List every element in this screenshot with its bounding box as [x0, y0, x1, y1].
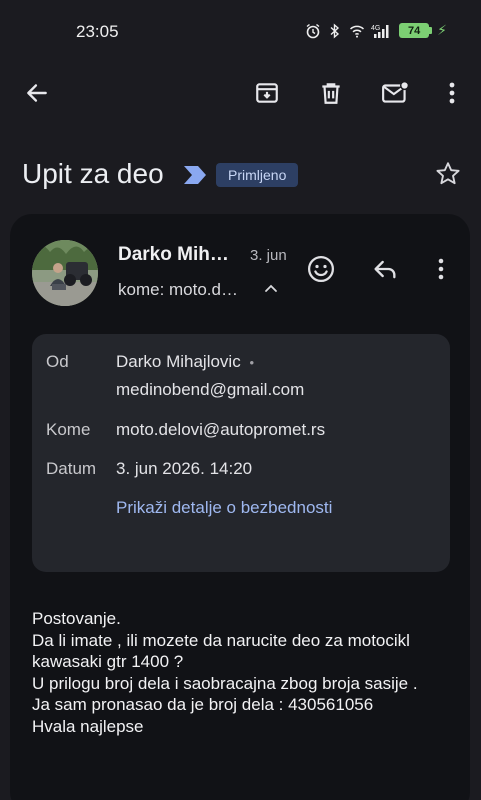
message-card: Darko Mih… 3. jun kome: moto.d… Od Darko…	[10, 214, 470, 800]
from-email[interactable]: medinobend@gmail.com	[116, 380, 304, 400]
message-details-panel: Od Darko Mihajlovic • medinobend@gmail.c…	[32, 334, 450, 572]
wifi-icon	[349, 23, 365, 39]
important-marker-icon[interactable]	[182, 164, 208, 191]
email-subject: Upit za deo	[22, 158, 164, 189]
from-name-text: Darko Mihajlovic	[116, 352, 241, 371]
body-line: U prilogu broj dela i saobracajna zbog b…	[32, 673, 418, 693]
recipient-summary[interactable]: kome: moto.d…	[118, 280, 238, 300]
body-line: Da li imate , ili mozete da narucite deo…	[32, 630, 410, 650]
more-vert-icon[interactable]	[438, 74, 466, 112]
separator-dot: •	[249, 355, 254, 370]
to-value[interactable]: moto.delovi@autopromet.rs	[116, 420, 325, 440]
status-bar: 23:05 4G 74 ⚡	[0, 0, 481, 64]
date-label: Datum	[46, 459, 97, 478]
alarm-icon	[305, 23, 321, 39]
subject-row: Upit za deo Primljeno	[0, 150, 481, 200]
status-icons: 4G 74 ⚡	[305, 22, 447, 39]
archive-icon[interactable]	[248, 74, 286, 112]
sender-name[interactable]: Darko Mih…	[118, 244, 229, 266]
from-name: Darko Mihajlovic •	[116, 352, 254, 372]
mark-unread-icon[interactable]	[376, 74, 416, 112]
battery-level: 74	[408, 24, 421, 37]
body-line: kawasaki gtr 1400 ?	[32, 652, 184, 671]
star-icon[interactable]	[434, 160, 462, 193]
back-arrow-icon[interactable]	[18, 74, 56, 112]
message-date: 3. jun	[250, 247, 287, 264]
emoji-reaction-icon[interactable]	[304, 252, 338, 286]
body-line: Postovanje.	[32, 609, 121, 628]
message-body: Postovanje. Da li imate , ili mozete da …	[32, 608, 462, 737]
bluetooth-icon	[327, 22, 343, 39]
charging-icon: ⚡	[437, 22, 447, 38]
status-time: 23:05	[76, 22, 119, 41]
svg-text:4G: 4G	[371, 25, 380, 32]
avatar[interactable]	[32, 240, 98, 306]
message-more-icon[interactable]	[430, 252, 452, 286]
chevron-up-icon[interactable]	[262, 280, 280, 303]
security-details-link[interactable]: Prikaži detalje o bezbednosti	[116, 498, 332, 518]
battery-icon: 74	[399, 23, 433, 38]
body-line: Ja sam pronasao da je broj dela : 430561…	[32, 695, 374, 714]
top-app-bar	[0, 70, 481, 114]
label-badge[interactable]: Primljeno	[216, 163, 299, 187]
from-label: Od	[46, 352, 69, 371]
signal-4g-icon: 4G	[371, 23, 393, 39]
delete-icon[interactable]	[312, 74, 350, 112]
date-value: 3. jun 2026. 14:20	[116, 459, 253, 478]
to-label: Kome	[46, 420, 91, 439]
reply-icon[interactable]	[368, 252, 402, 286]
body-line: Hvala najlepse	[32, 716, 144, 736]
